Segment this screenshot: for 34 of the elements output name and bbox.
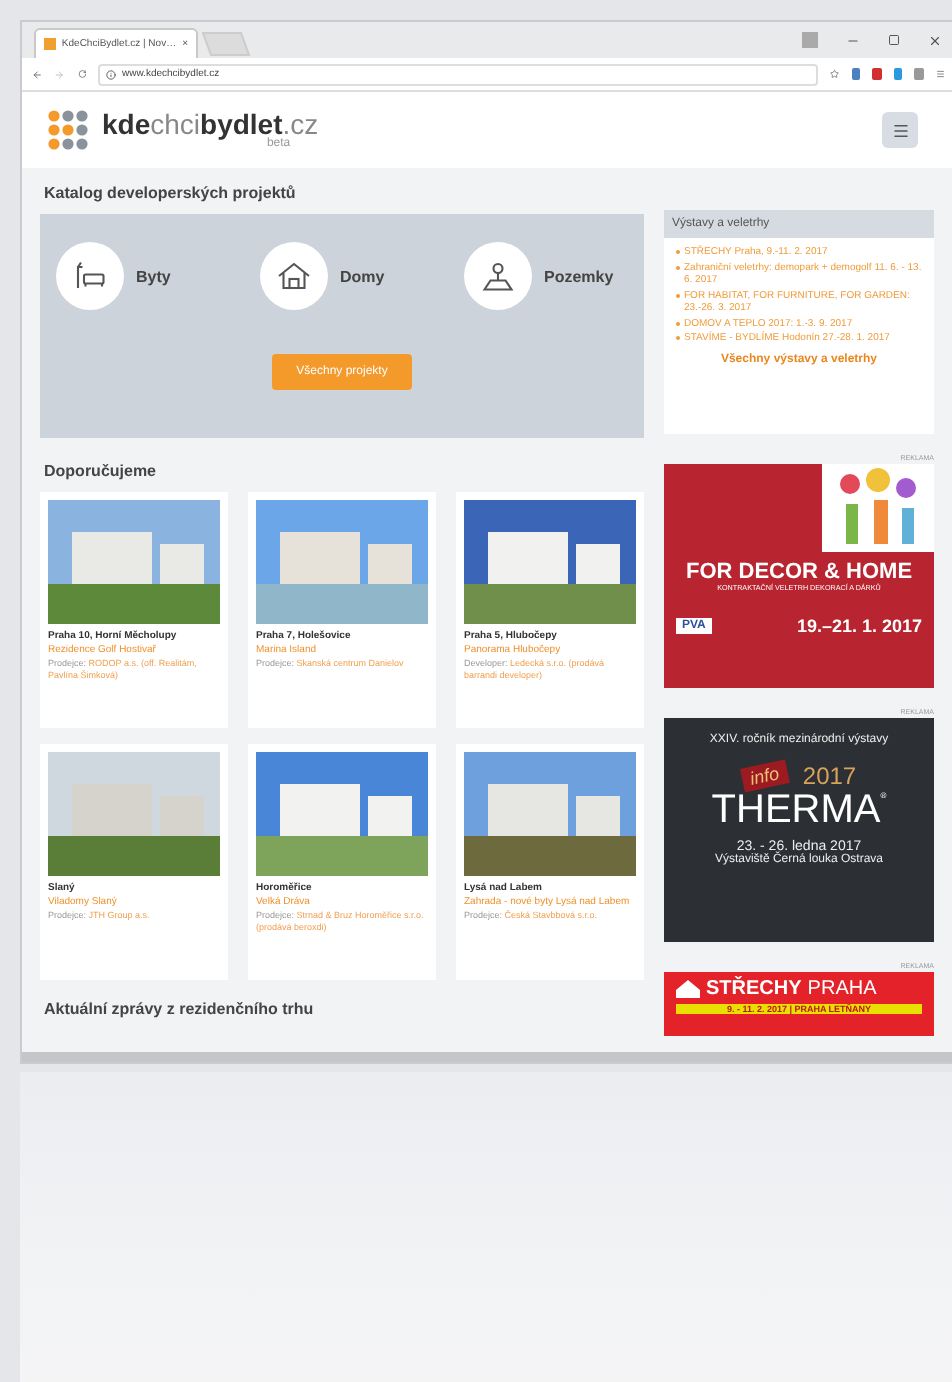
browser-menu-icon[interactable] <box>935 68 944 80</box>
banner-headline: FOR DECOR & HOME <box>683 560 915 584</box>
info-badge: info <box>739 759 789 793</box>
sofa-lamp-icon <box>72 258 108 294</box>
section-title: Doporučujeme <box>44 462 159 480</box>
roof-icon <box>676 980 700 998</box>
category-circle[interactable] <box>464 242 532 310</box>
category-link[interactable]: Domy <box>340 267 424 285</box>
site-logo[interactable]: kdechcibydlet.cz <box>102 110 319 138</box>
category-circle[interactable] <box>260 242 328 310</box>
flower-vases-drawing <box>822 464 934 552</box>
category-link[interactable]: Byty <box>136 267 220 285</box>
info-icon <box>106 69 116 79</box>
favicon-icon <box>44 38 56 50</box>
menu-icon <box>891 121 909 139</box>
menu-button[interactable] <box>882 112 918 148</box>
house-icon <box>276 258 312 294</box>
back-icon[interactable] <box>32 67 43 81</box>
banner-headline: THERMA <box>711 790 881 830</box>
maximize-icon[interactable] <box>888 34 900 46</box>
banner-city: PRAHA <box>807 978 877 1000</box>
section-title: Katalog developerských projektů <box>44 184 298 202</box>
banner-year: 2017 <box>802 762 857 790</box>
section-title: Aktuální zprávy z rezidenčního trhu <box>44 1000 316 1018</box>
banner-headline: STŘECHY <box>706 978 802 1000</box>
close-icon[interactable] <box>928 33 942 47</box>
reload-icon[interactable] <box>77 68 86 80</box>
category-circle[interactable] <box>56 242 124 310</box>
category-link[interactable]: Pozemky <box>544 267 628 285</box>
horizontal-scrollbar[interactable] <box>22 1052 952 1062</box>
bookmark-star-icon[interactable] <box>830 68 839 80</box>
banner-dates: 19.–21. 1. 2017 <box>796 616 922 636</box>
logo-dots-icon <box>46 108 90 152</box>
map-pin-icon <box>480 258 516 294</box>
